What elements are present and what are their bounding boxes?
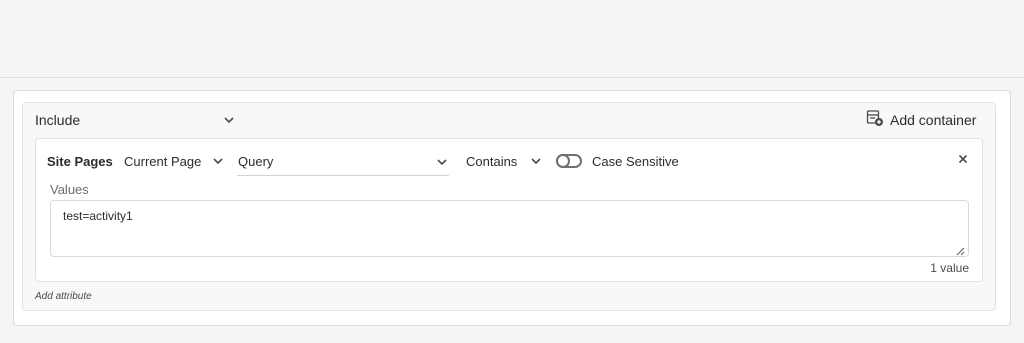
case-sensitive-label: Case Sensitive <box>592 153 679 169</box>
add-container-icon <box>866 109 884 132</box>
chevron-down-icon <box>436 156 448 168</box>
include-label: Include <box>35 112 81 128</box>
value-count: 1 value <box>930 261 969 275</box>
header-band <box>0 0 1024 78</box>
page-selector-dropdown[interactable]: Current Page <box>124 150 224 172</box>
operator-dropdown[interactable]: Contains <box>466 150 542 172</box>
values-textarea[interactable]: test=activity1 <box>50 200 969 257</box>
add-container-label: Add container <box>890 112 977 128</box>
case-sensitive-toggle[interactable]: Case Sensitive <box>556 151 679 171</box>
resize-grip-icon[interactable] <box>955 243 965 256</box>
values-text: test=activity1 <box>63 209 133 223</box>
close-icon[interactable] <box>955 151 971 167</box>
operator-label: Contains <box>466 153 518 169</box>
include-dropdown[interactable]: Include <box>35 110 235 130</box>
field-dropdown[interactable]: Query <box>237 148 449 176</box>
field-label: Query <box>238 154 274 169</box>
page-selector-label: Current Page <box>124 153 202 169</box>
add-attribute-link[interactable]: Add attribute <box>35 291 92 302</box>
add-container-button[interactable]: Add container <box>866 109 977 132</box>
toggle-switch[interactable] <box>556 154 582 168</box>
chevron-down-icon <box>223 114 235 126</box>
dimension-label-wrap: Site Pages <box>47 150 113 172</box>
toggle-knob <box>556 154 570 168</box>
values-label: Values <box>50 182 89 197</box>
dimension-label: Site Pages <box>47 153 113 169</box>
chevron-down-icon <box>212 155 224 167</box>
chevron-down-icon <box>530 155 542 167</box>
